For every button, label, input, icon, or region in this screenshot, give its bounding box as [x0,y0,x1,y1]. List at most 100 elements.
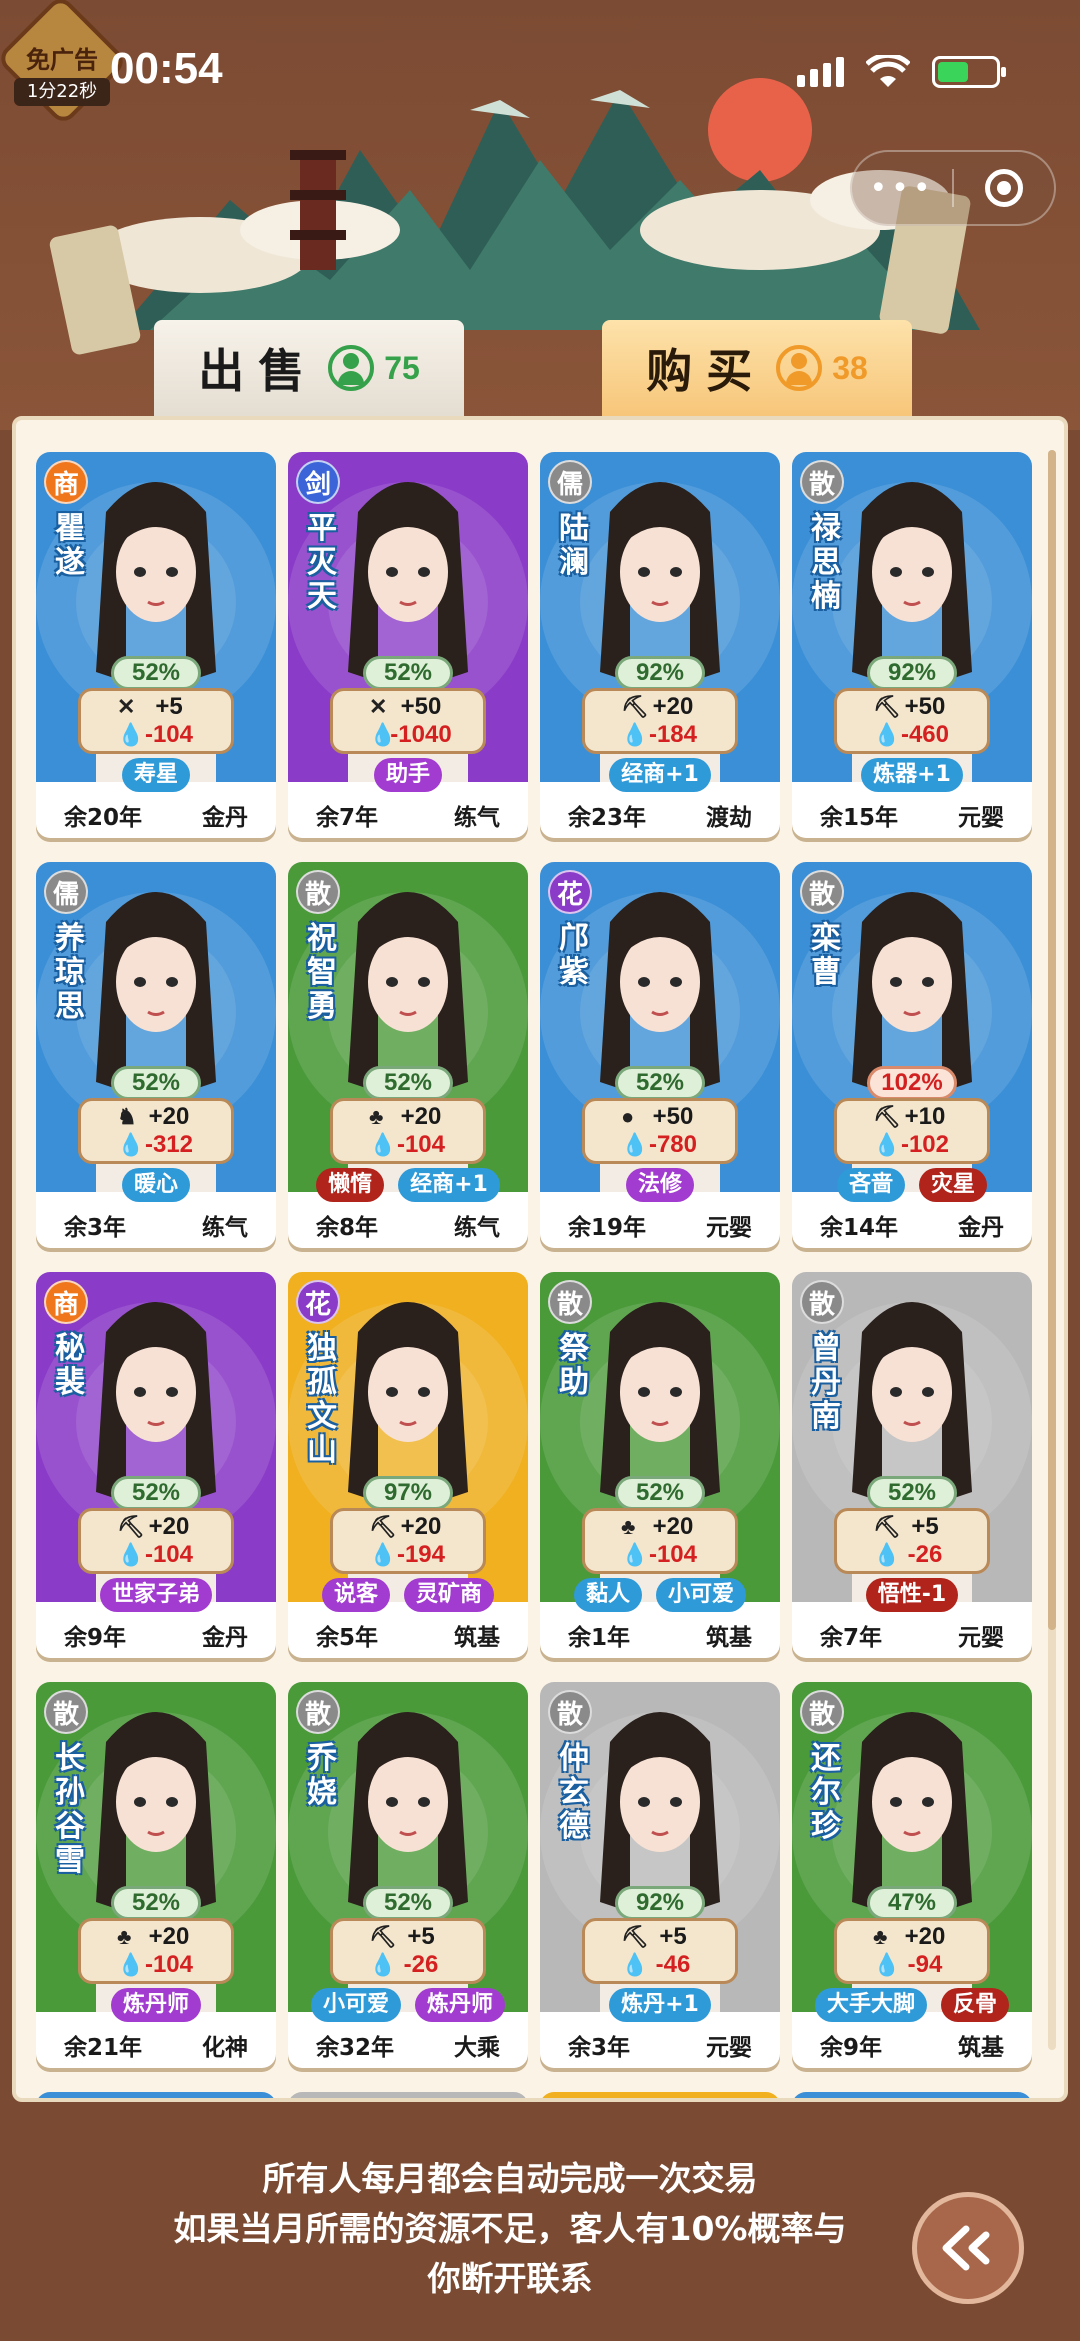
trait-tag[interactable]: 灵矿商 [404,1578,495,1612]
spirit-stone-icon: 💧 [873,1952,901,1977]
trade-rule-line: 如果当月所需的资源不足，客人有10%概率与 [173,2209,847,2248]
customer-card[interactable]: 儒陆澜 92% ⛏ +20 💧 -184 经商+1 余23年 渡劫 [540,452,780,838]
tab-sell-label: 出售 [198,344,319,398]
satisfaction-percent: 52% [615,1476,705,1510]
satisfaction-percent: 92% [867,656,957,690]
satisfaction-percent: 52% [867,1476,957,1510]
scrollbar-thumb[interactable] [1048,450,1056,1630]
resource-cost: -26 [403,1951,439,1978]
pickaxe-icon: ⛏ [621,694,649,719]
remove-ads-label[interactable]: 免广告 [12,40,112,75]
trade-stats: ✕ +50 💧 -1040 [330,688,486,754]
resource-cost: -104 [144,1951,194,1978]
satisfaction-percent: 92% [615,656,705,690]
card-footer: 余9年 金丹 [36,1618,276,1652]
customer-card[interactable]: 儒养琼思 52% ♞ +20 💧 -312 暖心 余3年 练气 [36,862,276,1248]
trait-tags: 炼丹+1 [540,1988,780,2022]
trade-stats: ⛏ +20 💧 -104 [78,1508,234,1574]
trait-tag[interactable]: 说客 [321,1578,390,1612]
tab-buy-label: 购买 [646,344,767,398]
customer-card[interactable]: 散仲玄德 92% ⛏ +5 💧 -46 炼丹+1 余3年 元婴 [540,1682,780,2068]
trade-stats: ⛏ +5 💧 -46 [582,1918,738,1984]
back-button[interactable] [912,2192,1024,2304]
cauldron-icon: ● [621,1104,635,1129]
trait-tag[interactable]: 法修 [625,1168,694,1202]
customer-card[interactable]: 商瞿遂 52% ✕ +5 💧 -104 寿星 余20年 金丹 [36,452,276,838]
trait-tag[interactable]: 小可爱 [310,1988,401,2022]
trait-tag[interactable]: 经商+1 [398,1168,500,1202]
customer-card[interactable]: 花邝紫 52% ● +50 💧 -780 法修 余19年 元婴 [540,862,780,1248]
resource-cost: -94 [907,1951,943,1978]
cultivation-realm: 筑基 [706,1625,752,1651]
spirit-stone-icon: 💧 [873,1542,901,1567]
customer-card[interactable]: 花独孤文山 97% ⛏ +20 💧 -194 说客 灵矿商 余5年 筑基 [288,1272,528,1658]
trait-tag[interactable]: 暖心 [121,1168,190,1202]
trait-tag[interactable]: 黏人 [573,1578,642,1612]
trait-tag[interactable]: 助手 [373,758,442,792]
resource-gain: +20 [652,693,694,720]
resource-cost: -460 [900,721,950,748]
trait-tag[interactable]: 灾星 [919,1168,988,1202]
pickaxe-icon: ⛏ [369,1924,397,1949]
tab-sell[interactable]: 出售 75 [154,320,464,416]
info-footer: 所有人每月都会自动完成一次交易 如果当月所需的资源不足，客人有10%概率与 你断… [0,2102,1080,2341]
resource-cost: -312 [144,1131,194,1158]
customer-card[interactable]: 商秘裴 52% ⛏ +20 💧 -104 世家子弟 余9年 金丹 [36,1272,276,1658]
remaining-years: 余9年 [64,1625,127,1651]
customer-card[interactable]: 剑平灭天 52% ✕ +50 💧 -1040 助手 余7年 练气 [288,452,528,838]
trait-tag[interactable]: 经商+1 [609,758,711,792]
target-icon [984,169,1023,207]
customer-card[interactable]: 散曾丹南 52% ⛏ +5 💧 -26 悟性-1 余7年 元婴 [792,1272,1032,1658]
character-name: 平灭天 [307,511,337,614]
trait-tag[interactable]: 反骨 [941,1988,1010,2022]
scrollbar[interactable] [1048,450,1056,2050]
trait-tag[interactable]: 寿星 [121,758,190,792]
customer-card[interactable]: 散长孙谷雪 52% ♣ +20 💧 -104 炼丹师 余21年 化神 [36,1682,276,2068]
trade-stats: ⛏ +20 💧 -184 [582,688,738,754]
customer-card-partial[interactable] [288,2092,528,2098]
sect-badge: 花 [548,870,592,914]
spirit-stone-icon: 💧 [621,1952,649,1977]
satisfaction-percent: 52% [111,1066,201,1100]
customer-card[interactable]: 散还尔珍 47% ♣ +20 💧 -94 大手大脚 反骨 余9年 筑基 [792,1682,1032,2068]
remaining-years: 余23年 [568,805,647,831]
customer-card-partial[interactable] [540,2092,780,2098]
trait-tag[interactable]: 炼丹+1 [609,1988,711,2022]
remaining-years: 余3年 [64,1215,127,1241]
character-name: 曾丹南 [811,1331,841,1434]
resource-gain: +50 [652,1103,694,1130]
sect-badge: 花 [296,1280,340,1324]
trait-tags: 懒惰 经商+1 [288,1168,528,1202]
customer-card[interactable]: 散栾曹 102% ⛏ +10 💧 -102 吝啬 灾星 余14年 金丹 [792,862,1032,1248]
trait-tag[interactable]: 炼丹师 [110,1988,201,2022]
more-options-button[interactable]: ••• [852,171,952,206]
satisfaction-percent: 47% [867,1886,957,1920]
customer-card[interactable]: 散祝智勇 52% ♣ +20 💧 -104 懒惰 经商+1 余8年 练气 [288,862,528,1248]
close-miniprogram-button[interactable] [954,169,1054,207]
trait-tag[interactable]: 小可爱 [656,1578,747,1612]
satisfaction-percent: 52% [111,1476,201,1510]
customer-card-partial[interactable] [792,2092,1032,2098]
trade-stats: ♣ +20 💧 -104 [78,1918,234,1984]
trait-tag[interactable]: 大手大脚 [814,1988,927,2022]
character-name: 祭助 [559,1331,589,1400]
trait-tag[interactable]: 炼丹师 [415,1988,506,2022]
trait-tags: 世家子弟 [36,1578,276,1612]
tab-buy[interactable]: 购买 38 [602,320,912,416]
trait-tag[interactable]: 懒惰 [316,1168,385,1202]
trait-tag[interactable]: 炼器+1 [861,758,963,792]
cultivation-realm: 元婴 [706,2035,752,2061]
clock: 00:54 [110,44,223,93]
customer-card[interactable]: 散祭助 52% ♣ +20 💧 -104 黏人 小可爱 余1年 筑基 [540,1272,780,1658]
spirit-stone-icon: 💧 [369,722,397,747]
battery-icon [932,56,1006,88]
trait-tag[interactable]: 悟性-1 [865,1578,959,1612]
customer-card-partial[interactable] [36,2092,276,2098]
customer-card[interactable]: 散乔娆 52% ⛏ +5 💧 -26 小可爱 炼丹师 余32年 大乘 [288,1682,528,2068]
customer-list-panel[interactable]: 商瞿遂 52% ✕ +5 💧 -104 寿星 余20年 金丹剑平灭天 52% ✕ +50 💧 -1040 助… [12,416,1068,2102]
trait-tag[interactable]: 世家子弟 [99,1578,212,1612]
trait-tag[interactable]: 吝啬 [836,1168,905,1202]
customer-card[interactable]: 散禄思楠 92% ⛏ +50 💧 -460 炼器+1 余15年 元婴 [792,452,1032,838]
satisfaction-percent: 52% [615,1066,705,1100]
remaining-years: 余15年 [820,805,899,831]
